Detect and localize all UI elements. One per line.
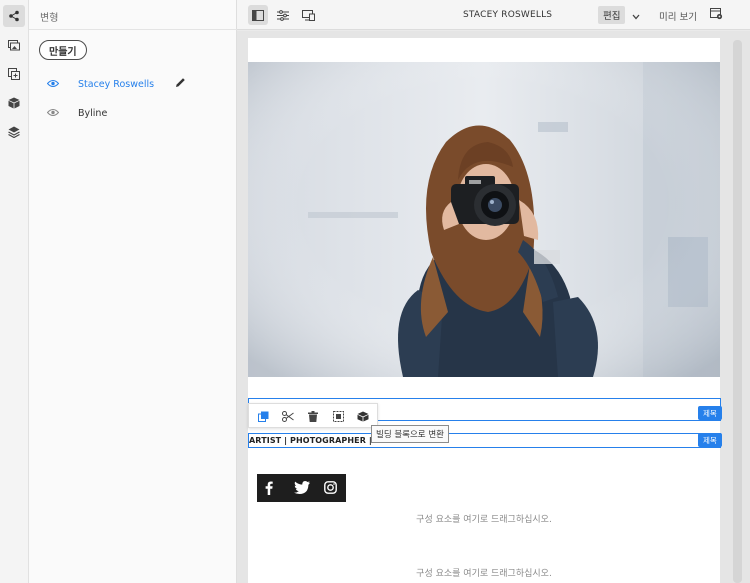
chevron-down-icon[interactable] [632,10,640,23]
assets-icon[interactable] [3,34,25,56]
pencil-icon[interactable] [175,77,186,91]
left-rail [0,0,29,583]
share-nodes-icon[interactable] [3,5,25,27]
variation-label: Byline [78,107,108,119]
drop-zone-hint[interactable]: 구성 요소를 여기로 드래그하십시오. [248,512,720,525]
cut-icon[interactable] [280,408,296,424]
eye-icon[interactable] [46,78,60,91]
title-component-tag[interactable]: 제목 [698,406,722,420]
top-toolbar: STACEY ROSWELLS 편집 미리 보기 [237,0,750,30]
page-settings-icon[interactable] [710,8,723,23]
delete-icon[interactable] [305,408,321,424]
preview-button[interactable]: 미리 보기 [659,9,697,23]
facebook-icon[interactable] [265,481,273,498]
building-block-icon[interactable] [355,408,371,424]
convert-tooltip: 빌딩 블록으로 변환 [371,425,449,443]
create-button[interactable]: 만들기 [39,40,87,60]
side-panel-toggle-icon[interactable] [248,5,268,25]
variation-item-stacey-roswells[interactable]: Stacey Roswells [29,73,237,95]
variations-panel: 변형 만들기 Stacey Roswells Byline [29,0,237,583]
page-title: STACEY ROSWELLS [463,10,553,20]
social-share-bar [257,474,346,502]
twitter-icon[interactable] [294,481,310,497]
panel-divider [29,29,237,30]
group-icon[interactable] [330,408,346,424]
component-toolbar [248,403,378,428]
box-icon[interactable] [3,92,25,114]
byline-component-tag[interactable]: 제목 [698,433,722,447]
canvas-scrollbar[interactable] [733,40,742,583]
edit-mode-button[interactable]: 편집 [598,6,626,24]
copy-icon[interactable] [255,408,271,424]
instagram-icon[interactable] [324,481,337,497]
eye-icon[interactable] [46,107,60,120]
layers-icon[interactable] [3,121,25,143]
variation-item-byline[interactable]: Byline [29,102,237,124]
drop-zone-hint[interactable]: 구성 요소를 여기로 드래그하십시오. [248,566,720,579]
emulator-icon[interactable] [298,5,318,25]
variation-label: Stacey Roswells [78,78,155,90]
properties-icon[interactable] [273,5,293,25]
components-icon[interactable] [3,63,25,85]
hero-image[interactable] [248,62,720,377]
panel-title: 변형 [40,13,59,24]
